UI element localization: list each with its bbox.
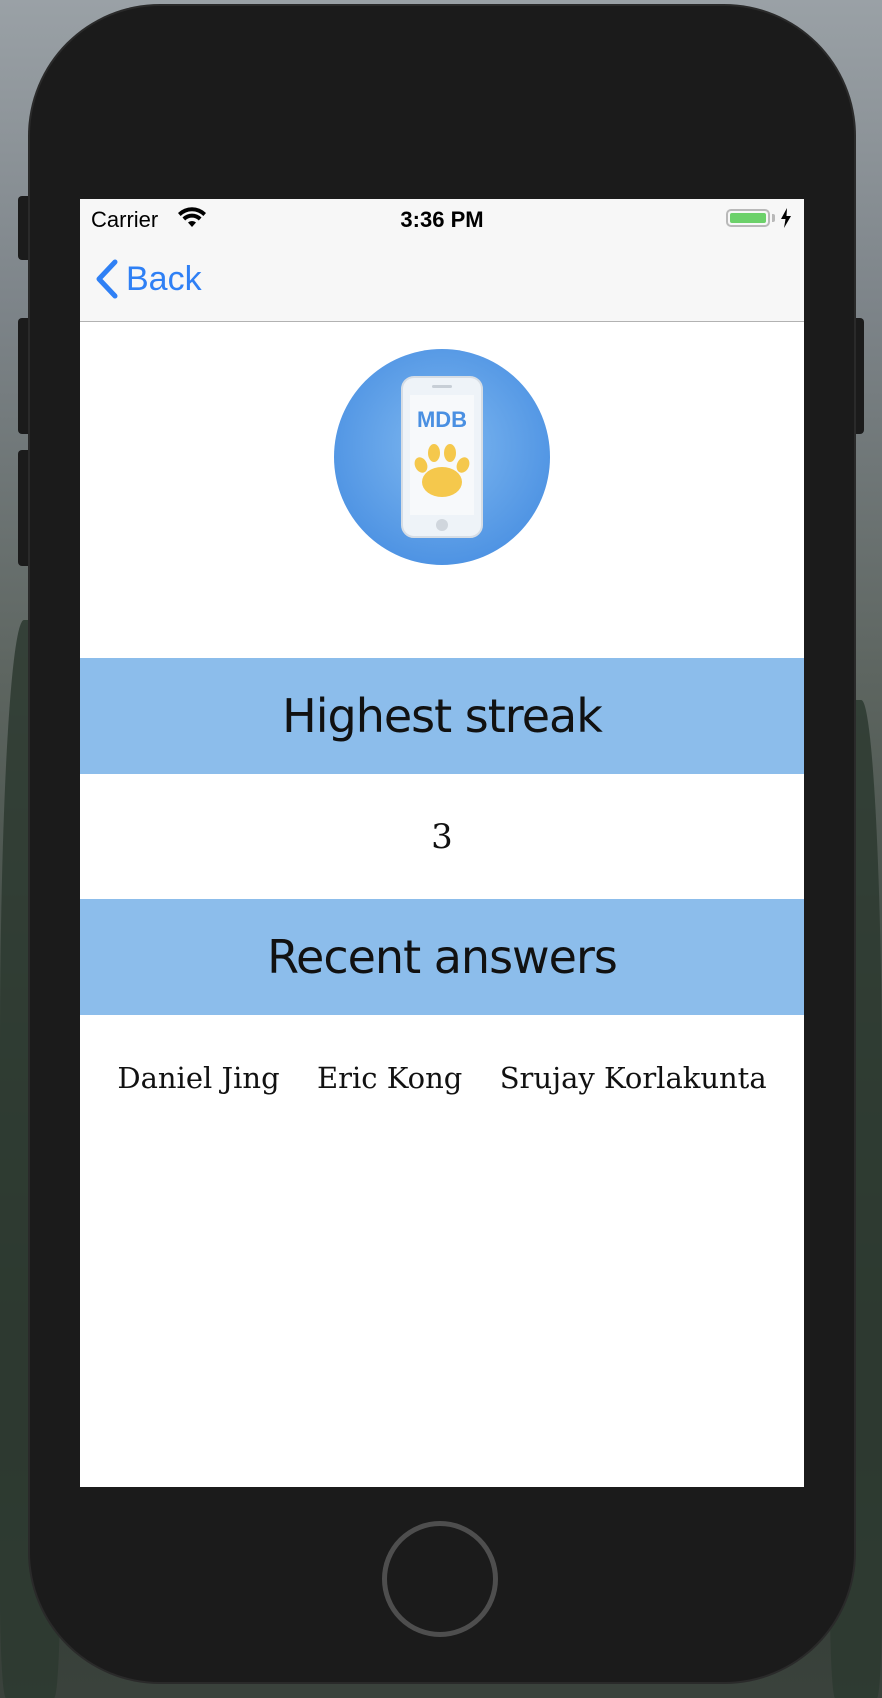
status-time: 3:36 PM <box>400 207 484 232</box>
logo-text: MDB <box>417 407 467 432</box>
highest-streak-value: 3 <box>431 817 453 857</box>
battery-level <box>730 213 766 223</box>
recent-answer-item: Daniel Jing <box>117 1061 280 1095</box>
recent-answers-header: Recent answers <box>80 899 804 1015</box>
home-button[interactable] <box>382 1521 498 1637</box>
back-button[interactable]: Back <box>94 257 202 301</box>
back-label: Back <box>126 259 202 298</box>
recent-answer-item: Srujay Korlakunta <box>499 1061 767 1095</box>
charging-bolt-icon <box>781 208 791 228</box>
mdb-logo: MDB <box>334 349 550 565</box>
navigation-bar: Back <box>80 239 804 322</box>
battery-tip <box>772 214 775 222</box>
recent-answers-title: Recent answers <box>267 930 618 984</box>
battery-icon <box>726 209 770 227</box>
status-bar: Carrier 3:36 PM <box>80 199 804 239</box>
chevron-left-icon <box>96 259 118 299</box>
recent-answer-item: Eric Kong <box>316 1061 463 1095</box>
highest-streak-title: Highest streak <box>282 689 603 743</box>
recent-answers-list: Daniel Jing Eric Kong Srujay Korlakunta <box>80 1061 804 1095</box>
app-screen: Carrier 3:36 PM Back MDB Highest streak … <box>80 199 804 1487</box>
highest-streak-header: Highest streak <box>80 658 804 774</box>
